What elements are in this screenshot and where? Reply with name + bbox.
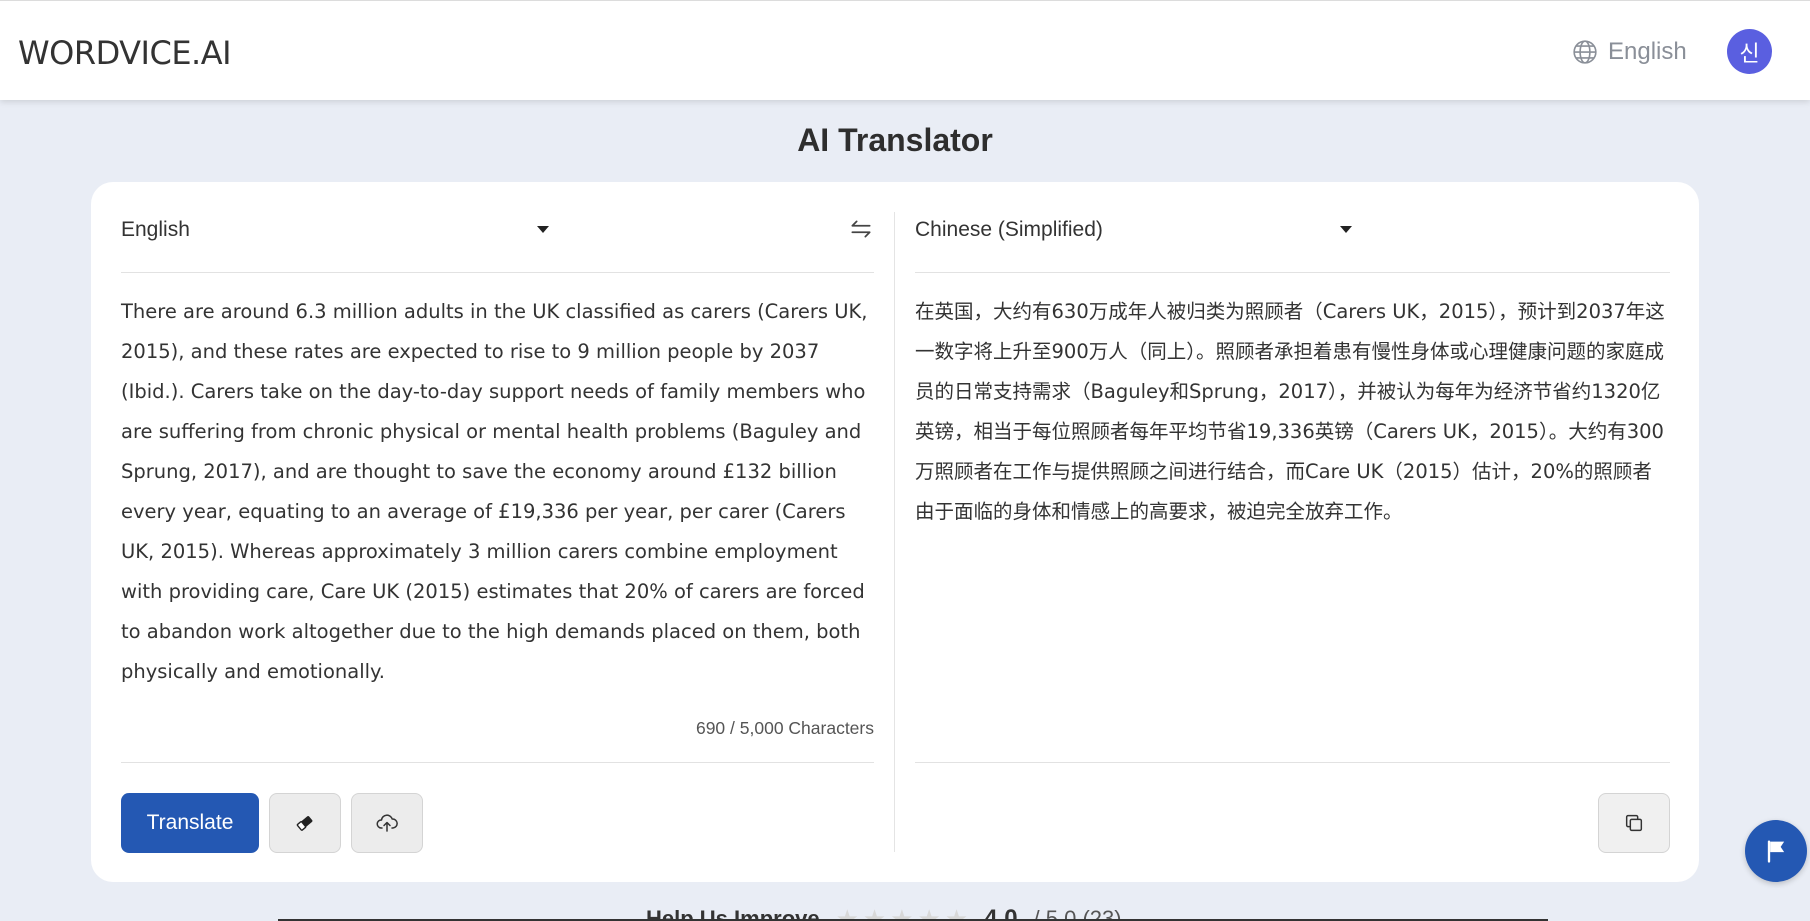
translator-card: English There are around 6.3 million adu… [91, 182, 1699, 882]
pane-divider [894, 212, 895, 852]
wordvice-logo[interactable]: WORDVICE.AI [18, 34, 232, 72]
divider [915, 762, 1670, 763]
swap-languages-icon[interactable] [848, 216, 874, 242]
copy-icon [1625, 814, 1643, 832]
divider [121, 762, 874, 763]
chevron-down-icon[interactable] [537, 226, 549, 233]
upload-cloud-icon [376, 814, 398, 832]
flag-icon [1767, 840, 1785, 863]
divider [915, 272, 1670, 273]
eraser-icon [296, 816, 313, 831]
copy-translation-button[interactable] [1598, 793, 1670, 853]
globe-icon [1573, 40, 1597, 64]
divider [121, 272, 874, 273]
feedback-button[interactable] [1745, 820, 1807, 882]
translate-button[interactable]: Translate [121, 793, 259, 853]
character-count: 690 / 5,000 Characters [695, 718, 874, 738]
source-language-select[interactable]: English [121, 212, 190, 248]
target-language-select[interactable]: Chinese (Simplified) [915, 212, 1103, 248]
source-text-input[interactable]: There are around 6.3 million adults in t… [121, 292, 874, 692]
top-navigation-bar: WORDVICE.AI English 신 [0, 0, 1810, 100]
clear-text-button[interactable] [269, 793, 341, 853]
upload-file-button[interactable] [351, 793, 423, 853]
language-switcher-label: English [1608, 38, 1687, 65]
page-title: AI Translator [797, 122, 993, 158]
source-pane: English There are around 6.3 million adu… [121, 182, 874, 882]
target-pane: Chinese (Simplified) 在英国，大约有630万成年人被归类为照… [915, 182, 1670, 882]
user-avatar[interactable]: 신 [1727, 29, 1772, 74]
language-switcher[interactable]: English [1572, 37, 1687, 67]
chevron-down-icon[interactable] [1340, 226, 1352, 233]
translated-text: 在英国，大约有630万成年人被归类为照顾者（Carers UK，2015），预计… [915, 300, 1665, 523]
